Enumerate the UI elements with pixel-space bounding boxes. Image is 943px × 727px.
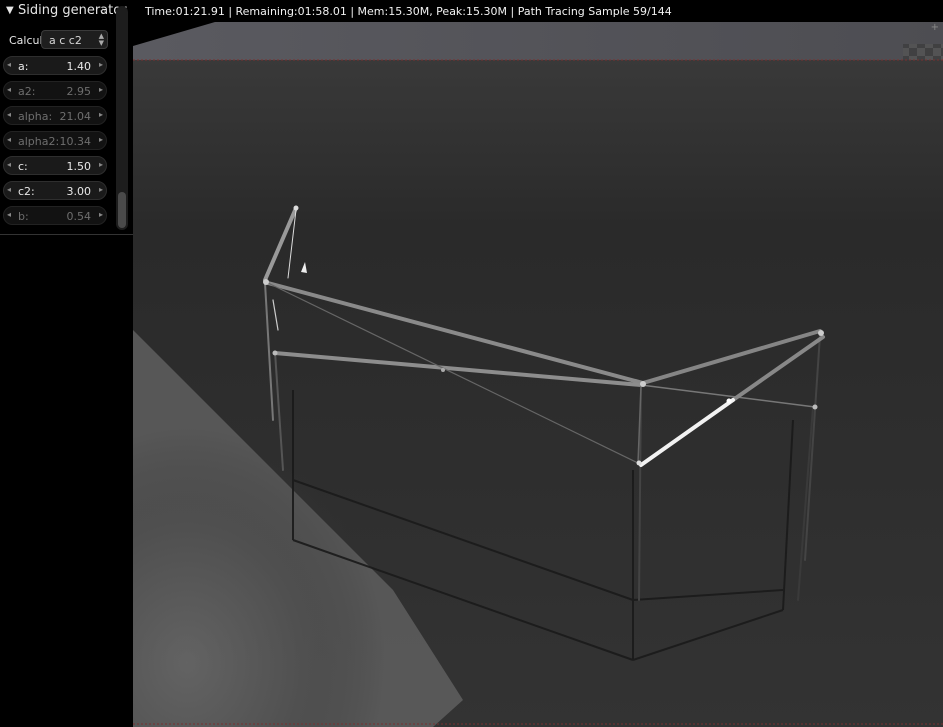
field-alpha[interactable]: ◂ alpha: 21.04 ▸ [3,106,107,125]
arrow-left-icon[interactable]: ◂ [7,185,11,194]
field-value: 21.04 [59,110,92,123]
field-b[interactable]: ◂ b: 0.54 ▸ [3,206,107,225]
arrow-right-icon[interactable]: ▸ [99,60,103,69]
panel-title: Siding generator [18,3,127,18]
plus-icon[interactable]: + [931,22,939,33]
calcul-select[interactable]: a c c2 ▲ ▼ [41,30,108,49]
arrow-left-icon[interactable]: ◂ [7,60,11,69]
arrow-left-icon[interactable]: ◂ [7,85,11,94]
backdrop-top [133,22,943,60]
up-down-arrows-icon: ▲ ▼ [98,32,104,47]
field-label: c: [18,160,28,173]
field-alpha2[interactable]: ◂ alpha2: 10.34 ▸ [3,131,107,150]
calcul-select-value: a c c2 [49,34,82,47]
arrow-right-icon[interactable]: ▸ [99,210,103,219]
tool-panel: ▼ Siding generator ⁘ Calcul a c c2 ▲ ▼ ◂ … [0,0,133,727]
arrow-left-icon[interactable]: ◂ [7,135,11,144]
field-label: a: [18,60,29,73]
field-value: 1.50 [66,160,92,173]
3d-viewport[interactable]: Time:01:21.91 | Remaining:01:58.01 | Mem… [133,0,943,727]
field-value: 0.54 [66,210,92,223]
calcul-label: Calcul [9,34,43,47]
triangle-down-icon[interactable]: ▼ [6,5,14,16]
field-label: b: [18,210,29,223]
arrow-left-icon[interactable]: ◂ [7,160,11,169]
field-label: alpha: [18,110,53,123]
arrow-right-icon[interactable]: ▸ [99,160,103,169]
arrow-right-icon[interactable]: ▸ [99,110,103,119]
field-value: 1.40 [66,60,92,73]
field-label: c2: [18,185,35,198]
panel-scrollbar[interactable] [116,6,128,230]
field-a[interactable]: ◂ a: 1.40 ▸ [3,56,107,75]
render-scene [133,22,943,727]
panel-header[interactable]: ▼ Siding generator ⁘ [0,0,133,24]
field-c2[interactable]: ◂ c2: 3.00 ▸ [3,181,107,200]
field-value: 3.00 [66,185,92,198]
field-value: 2.95 [66,85,92,98]
panel-divider [0,234,133,235]
field-label: a2: [18,85,36,98]
calcul-row: Calcul a c c2 ▲ ▼ [0,29,116,51]
arrow-right-icon[interactable]: ▸ [99,185,103,194]
render-status-header: Time:01:21.91 | Remaining:01:58.01 | Mem… [145,5,672,18]
field-label: alpha2: [18,135,60,148]
field-value: 10.34 [59,135,92,148]
arrow-left-icon[interactable]: ◂ [7,210,11,219]
field-a2[interactable]: ◂ a2: 2.95 ▸ [3,81,107,100]
drag-grip-icon[interactable]: ⁘ [99,7,107,17]
field-c[interactable]: ◂ c: 1.50 ▸ [3,156,107,175]
arrow-right-icon[interactable]: ▸ [99,85,103,94]
arrow-left-icon[interactable]: ◂ [7,110,11,119]
arrow-right-icon[interactable]: ▸ [99,135,103,144]
scrollbar-thumb[interactable] [118,192,126,228]
